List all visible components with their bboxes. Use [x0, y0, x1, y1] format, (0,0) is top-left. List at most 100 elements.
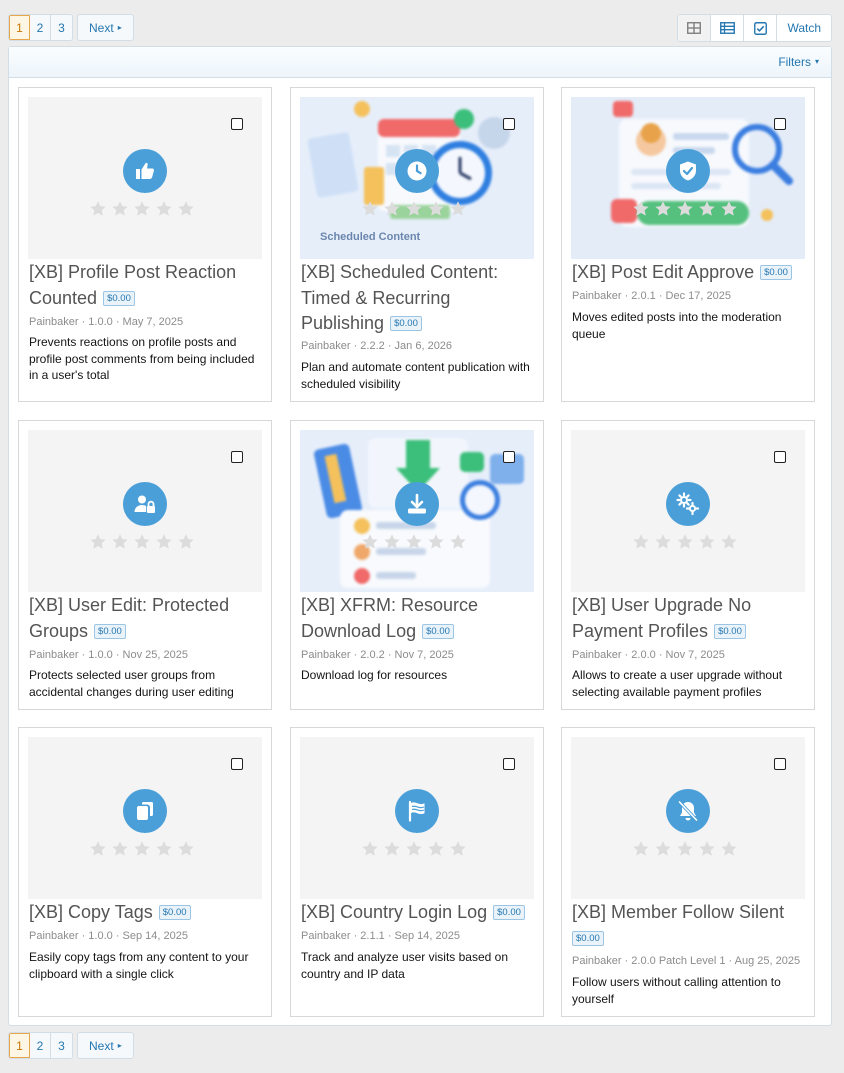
resource-card[interactable]: [XB] Country Login Log $0.00 Painbaker ·… — [290, 727, 544, 1017]
clock-icon — [395, 149, 439, 193]
resource-meta: Painbaker · 2.0.1 · Dec 17, 2025 — [572, 290, 731, 302]
resource-card[interactable]: [XB] Copy Tags $0.00 Painbaker · 1.0.0 ·… — [18, 727, 272, 1017]
star-icon — [633, 841, 649, 856]
page-3-link[interactable]: 3 — [51, 15, 72, 40]
resource-title[interactable]: [XB] Scheduled Content: Timed & Recurrin… — [301, 260, 537, 337]
resource-description: Moves edited posts into the moderation q… — [572, 310, 782, 341]
resource-thumbnail[interactable] — [300, 430, 534, 592]
star-icon — [384, 201, 400, 216]
price-badge: $0.00 — [493, 905, 525, 920]
resource-card[interactable]: [XB] Post Edit Approve $0.00 Painbaker ·… — [561, 87, 815, 402]
star-icon — [112, 201, 128, 216]
filters-label: Filters — [778, 55, 811, 69]
grid-view-button[interactable] — [678, 15, 712, 41]
resource-thumbnail[interactable] — [28, 97, 262, 259]
price-badge: $0.00 — [103, 290, 135, 306]
star-icon — [699, 201, 715, 216]
resource-description: Track and analyze user visits based on c… — [301, 950, 508, 981]
star-icon — [655, 841, 671, 856]
resource-title[interactable]: [XB] User Edit: Protected Groups $0.00 — [29, 593, 265, 644]
page-2-link[interactable]: 2 — [30, 1033, 51, 1058]
copy-icon — [123, 789, 167, 833]
star-icon — [450, 841, 466, 856]
page-2-link[interactable]: 2 — [30, 15, 51, 40]
price-badge: $0.00 — [422, 623, 454, 639]
resource-thumbnail[interactable] — [571, 430, 805, 592]
page-3-link[interactable]: 3 — [51, 1033, 72, 1058]
star-icon — [633, 534, 649, 549]
view-controls: Watch — [677, 14, 832, 42]
select-checkbox[interactable] — [231, 758, 243, 770]
resource-description: Easily copy tags from any content to you… — [29, 950, 249, 981]
resource-title[interactable]: [XB] Member Follow Silent $0.00 — [572, 900, 808, 951]
resource-title[interactable]: [XB] Post Edit Approve $0.00 — [572, 260, 808, 286]
star-icon — [362, 534, 378, 549]
select-checkbox[interactable] — [231, 451, 243, 463]
gears-icon — [666, 482, 710, 526]
star-icon — [428, 201, 444, 216]
page-list: 1 2 3 — [8, 14, 73, 41]
resource-meta: Painbaker · 2.2.2 · Jan 6, 2026 — [301, 340, 453, 352]
star-icon — [90, 201, 106, 216]
resource-thumbnail[interactable]: Scheduled Content — [300, 97, 534, 259]
price-badge: $0.00 — [390, 316, 422, 331]
select-checkbox[interactable] — [774, 451, 786, 463]
select-checkbox[interactable] — [774, 758, 786, 770]
next-page-button[interactable]: Next ▸ — [77, 1032, 134, 1059]
resource-card[interactable]: [XB] Member Follow Silent $0.00 Painbake… — [561, 727, 815, 1017]
star-icon — [428, 534, 444, 549]
select-checkbox[interactable] — [503, 451, 515, 463]
resource-title[interactable]: [XB] XFRM: Resource Download Log $0.00 — [301, 593, 537, 644]
star-icon — [384, 841, 400, 856]
checkbox-check-icon — [753, 21, 767, 35]
resource-title[interactable]: [XB] Profile Post Reaction Counted $0.00 — [29, 260, 265, 311]
select-checkbox[interactable] — [503, 758, 515, 770]
resource-thumbnail[interactable] — [28, 430, 262, 592]
resource-title[interactable]: [XB] Country Login Log $0.00 — [301, 900, 537, 926]
price-badge: $0.00 — [158, 905, 191, 920]
bell-slash-icon — [666, 789, 710, 833]
resource-card[interactable]: [XB] Profile Post Reaction Counted $0.00… — [18, 87, 272, 402]
resource-card[interactable]: [XB] User Upgrade No Payment Profiles $0… — [561, 420, 815, 710]
resource-title[interactable]: [XB] Copy Tags $0.00 — [29, 900, 265, 926]
price-badge: $0.00 — [760, 265, 792, 280]
select-checkbox[interactable] — [231, 118, 243, 130]
list-view-button[interactable] — [711, 15, 745, 41]
rating-stars — [632, 840, 738, 858]
star-icon — [134, 534, 150, 549]
resource-card[interactable]: Scheduled Content [XB] Scheduled Content… — [290, 87, 544, 402]
resource-card[interactable]: [XB] User Edit: Protected Groups $0.00 P… — [18, 420, 272, 710]
star-icon — [112, 534, 128, 549]
watch-button[interactable]: Watch — [777, 15, 831, 41]
resource-description: Download log for resources — [301, 668, 448, 682]
star-icon — [178, 201, 194, 216]
star-icon — [90, 841, 106, 856]
resource-meta: Painbaker · 2.0.0 · Nov 7, 2025 — [572, 649, 725, 661]
star-icon — [677, 841, 693, 856]
next-page-button[interactable]: Next ▸ — [77, 14, 134, 41]
select-checkbox[interactable] — [774, 118, 786, 130]
resource-card[interactable]: [XB] XFRM: Resource Download Log $0.00 P… — [290, 420, 544, 710]
thumbnail-caption: Scheduled Content — [320, 231, 421, 243]
star-icon — [655, 201, 671, 216]
flag-icon — [395, 789, 439, 833]
rating-stars — [632, 200, 738, 218]
resource-meta: Painbaker · 1.0.0 · May 7, 2025 — [29, 316, 184, 328]
resource-thumbnail[interactable] — [571, 737, 805, 899]
resource-title[interactable]: [XB] User Upgrade No Payment Profiles $0… — [572, 593, 808, 644]
resource-thumbnail[interactable] — [300, 737, 534, 899]
caret-down-icon: ▾ — [814, 57, 819, 66]
filters-button[interactable]: Filters ▾ — [778, 55, 819, 69]
price-badge: $0.00 — [94, 623, 126, 639]
resource-thumbnail[interactable] — [571, 97, 805, 259]
caret-right-icon: ▸ — [117, 22, 122, 32]
resource-thumbnail[interactable] — [28, 737, 262, 899]
star-icon — [90, 534, 106, 549]
select-checkbox[interactable] — [503, 118, 515, 130]
page-1-link[interactable]: 1 — [9, 1033, 30, 1058]
thumbs-up-icon — [123, 149, 167, 193]
resource-description: Prevents reactions on profile posts and … — [29, 335, 255, 382]
select-mode-button[interactable] — [744, 15, 778, 41]
page-1-link[interactable]: 1 — [9, 15, 30, 40]
star-icon — [721, 201, 737, 216]
